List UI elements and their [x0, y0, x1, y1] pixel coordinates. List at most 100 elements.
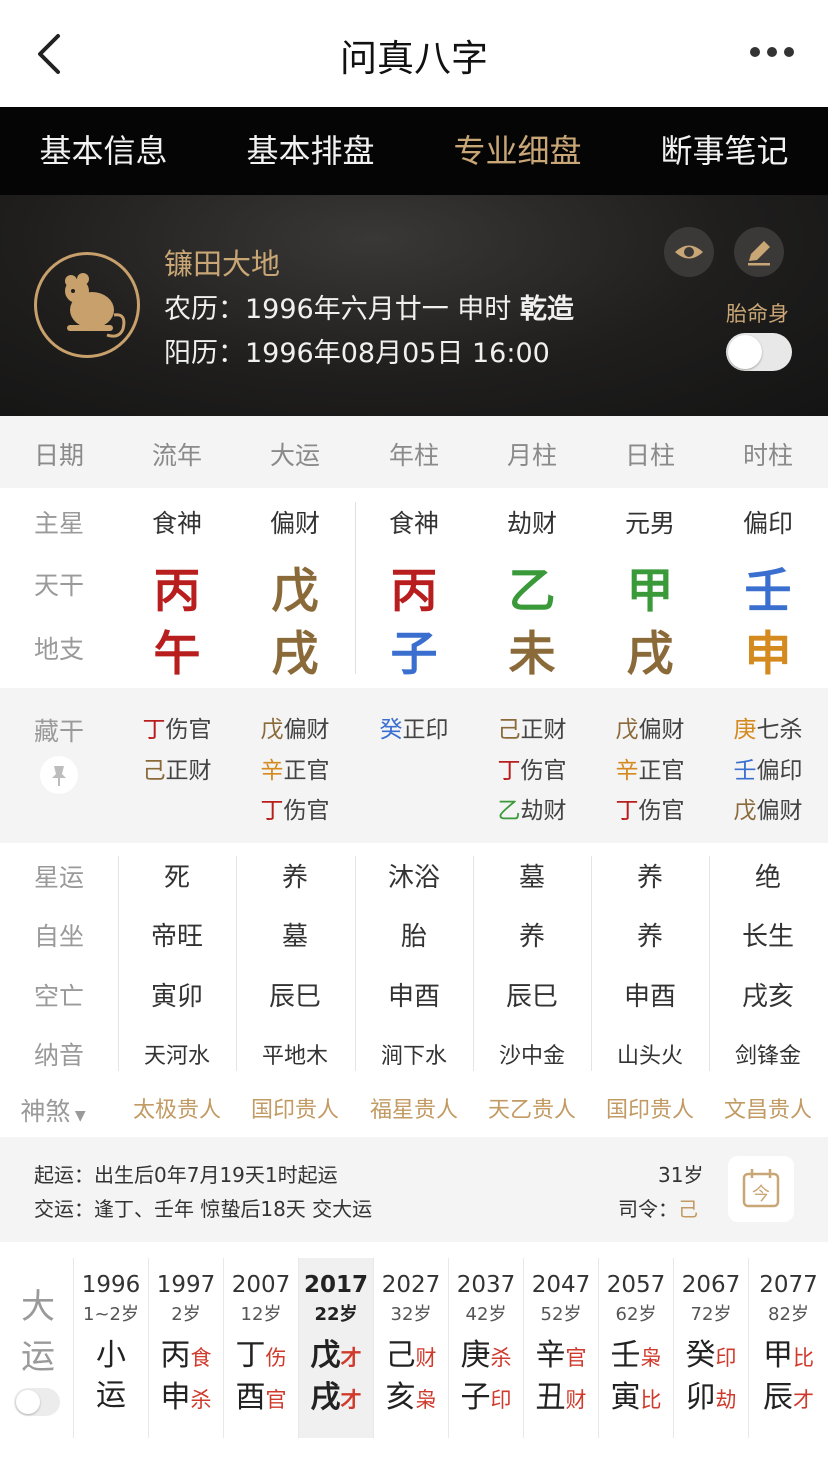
dayun-branch: 辰	[763, 1380, 793, 1415]
page-title: 问真八字	[340, 37, 488, 80]
calendar-button[interactable]: 今	[728, 1156, 794, 1222]
dayun-year: 2067	[681, 1272, 741, 1298]
shensha-item[interactable]: 文昌贵人	[709, 1092, 827, 1124]
siling: 司令：己	[618, 1193, 698, 1222]
dayun-branch-relation: 比	[640, 1388, 662, 1412]
dayun-stem-relation: 伤	[265, 1346, 287, 1370]
dayun-column[interactable]: 2027 32岁 己财 亥枭	[373, 1258, 448, 1438]
xingyun-value: 沐浴	[387, 863, 440, 893]
branch-char: 申	[744, 627, 792, 682]
zizuo-value: 墓	[281, 922, 308, 952]
xingyun-value: 绝	[754, 863, 781, 893]
dayun-branch-relation: 杀	[190, 1388, 212, 1412]
dayun-column[interactable]: 2037 42岁 庚杀 子印	[448, 1258, 523, 1438]
dayun-ganzhi: 辛官 丑财	[524, 1336, 598, 1420]
toggle-knob	[16, 1390, 40, 1414]
dayun-column[interactable]: 2047 52岁 辛官 丑财	[523, 1258, 598, 1438]
tab-basic-chart[interactable]: 基本排盘	[207, 107, 414, 195]
header-liunian: 流年	[151, 441, 202, 470]
branch-char: 戌	[626, 627, 674, 682]
shensha-dropdown[interactable]: 神煞 ▼	[0, 1092, 112, 1128]
hidden-stem-char: 丁	[497, 758, 521, 784]
dayun-branch: 运	[96, 1378, 126, 1413]
dayun-column[interactable]: 1997 2岁 丙食 申杀	[148, 1258, 223, 1438]
dayun-column[interactable]: 1996 1~2岁 小运	[73, 1258, 148, 1438]
hidden-stem-char: 丁	[260, 798, 284, 824]
dayun-section: 大运 1996 1~2岁 小运 1997 2岁 丙食 申杀 2007 12岁 丁伤…	[0, 1242, 828, 1470]
shensha-item[interactable]: 太极贵人	[118, 1092, 236, 1124]
main-star: 食神	[388, 509, 439, 538]
shensha-item[interactable]: 国印贵人	[591, 1092, 709, 1124]
header-hour-pillar: 时柱	[742, 441, 793, 470]
dayun-ganzhi: 癸印 卯劫	[674, 1336, 748, 1420]
hidden-stem-item: 辛正官	[236, 751, 354, 785]
dayun-year: 2007	[231, 1272, 291, 1298]
dayun-stem: 戊	[310, 1338, 341, 1373]
nayin-value: 涧下水	[380, 1044, 447, 1069]
stem-char: 壬	[744, 564, 792, 619]
dayun-column[interactable]: 2077 82岁 甲比 辰才	[748, 1258, 828, 1438]
dayun-column[interactable]: 2067 72岁 癸印 卯劫	[673, 1258, 748, 1438]
dayun-column[interactable]: 2007 12岁 丁伤 酉官	[223, 1258, 298, 1438]
taiming-toggle[interactable]	[726, 333, 792, 371]
main-star: 偏财	[269, 509, 320, 538]
dayun-ganzhi: 丙食 申杀	[149, 1336, 223, 1420]
edit-button[interactable]	[734, 227, 784, 277]
hidden-stem-item: 丁伤官	[591, 791, 709, 825]
tab-professional-chart[interactable]: 专业细盘	[414, 107, 621, 195]
hidden-stem-item: 丁伤官	[118, 710, 236, 744]
profile-name: 镰田大地	[164, 247, 281, 281]
tab-basic-info[interactable]: 基本信息	[0, 107, 207, 195]
dayun-column-current[interactable]: 2017 22岁 戊才 戌才	[298, 1258, 373, 1438]
dayun-age: 72岁	[690, 1304, 732, 1325]
row-label-nayin: 纳音	[33, 1041, 84, 1070]
branch-char: 戌	[271, 627, 319, 682]
pin-icon	[52, 766, 66, 786]
dayun-stem-relation: 食	[190, 1346, 212, 1370]
zizuo-value: 养	[518, 922, 545, 952]
dayun-age: 22岁	[314, 1304, 358, 1325]
dayun-toggle[interactable]	[14, 1388, 60, 1416]
svg-text:今: 今	[752, 1184, 770, 1205]
kongwang-value: 寅卯	[150, 982, 203, 1012]
header-day-pillar: 日柱	[624, 441, 675, 470]
dayun-stem: 己	[385, 1338, 416, 1373]
more-icon[interactable]	[748, 42, 796, 62]
dayun-column[interactable]: 2057 62岁 壬枭 寅比	[598, 1258, 673, 1438]
xingyun-value: 死	[163, 863, 190, 893]
stem-char: 乙	[508, 564, 556, 619]
dayun-branch: 寅	[610, 1380, 641, 1415]
tab-notes[interactable]: 断事笔记	[621, 107, 828, 195]
hidden-stem-char: 丁	[142, 717, 166, 743]
shensha-item[interactable]: 国印贵人	[236, 1092, 354, 1124]
shensha-item[interactable]: 天乙贵人	[473, 1092, 591, 1124]
kongwang-value: 申酉	[623, 982, 676, 1012]
toggle-knob	[728, 335, 762, 369]
dayun-branch: 子	[460, 1380, 491, 1415]
dayun-age: 52岁	[540, 1304, 582, 1325]
row-label-main-star: 主星	[33, 509, 84, 538]
shensha-item[interactable]: 福星贵人	[355, 1092, 473, 1124]
dayun-branch-relation: 印	[490, 1388, 512, 1412]
dayun-stem-relation: 比	[793, 1346, 814, 1370]
hidden-stem-char: 己	[497, 717, 521, 743]
rat-zodiac-icon	[65, 273, 126, 338]
siling-label: 司令：	[618, 1197, 678, 1221]
xingyun-value: 养	[281, 863, 308, 893]
dayun-stem: 辛	[535, 1338, 566, 1373]
header-year-pillar: 年柱	[388, 441, 439, 470]
dayun-stem: 壬	[610, 1338, 641, 1373]
header-date: 日期	[33, 441, 84, 470]
dayun-year: 2027	[381, 1272, 441, 1298]
hidden-stem-item: 己正财	[118, 751, 236, 785]
pin-button[interactable]	[40, 756, 78, 794]
hidden-stem-god: 偏财	[283, 717, 330, 743]
branch-char: 未	[508, 627, 556, 682]
hidden-stem-char: 壬	[733, 758, 757, 784]
stem-char: 甲	[626, 564, 674, 619]
main-star: 偏印	[742, 509, 793, 538]
eye-button[interactable]	[664, 227, 714, 277]
dayun-stem: 甲	[763, 1338, 793, 1373]
hidden-stem-item: 乙劫财	[473, 791, 591, 825]
dayun-branch: 丑	[535, 1380, 566, 1415]
